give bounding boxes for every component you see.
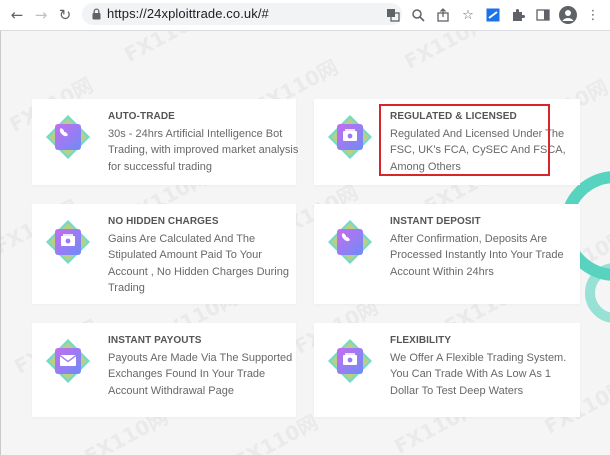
forward-icon[interactable]: → xyxy=(32,6,50,24)
feature-description: 30s - 24hrs Artificial Intelligence Bot … xyxy=(108,128,299,173)
back-icon[interactable]: ← xyxy=(8,6,26,24)
sidebar-icon[interactable] xyxy=(532,4,554,26)
reload-icon[interactable]: ↻ xyxy=(56,6,74,24)
feature-card-auto-trade: AUTO-TRADE 30s - 24hrs Artificial Intell… xyxy=(32,99,298,185)
feature-description: Payouts Are Made Via The Supported Excha… xyxy=(108,352,293,397)
feature-description: We Offer A Flexible Trading System. You … xyxy=(390,352,567,397)
envelope-icon xyxy=(46,339,90,383)
money-icon xyxy=(46,220,90,264)
feature-card-flexibility: FLEXIBILITY We Offer A Flexible Trading … xyxy=(314,323,580,417)
feature-card-no-hidden-charges: NO HIDDEN CHARGES Gains Are Calculated A… xyxy=(32,204,296,304)
feature-title: NO HIDDEN CHARGES xyxy=(108,216,219,227)
phone-icon xyxy=(46,115,90,159)
address-bar[interactable]: https://24xploittrade.co.uk/# xyxy=(82,3,402,25)
highlight-annotation-box xyxy=(379,104,550,176)
browser-toolbar: ← → ↻ https://24xploittrade.co.uk/# ☆ ⋮ xyxy=(0,0,610,31)
watermark-text: FX110网 xyxy=(120,31,212,67)
extensions-puzzle-icon[interactable] xyxy=(507,4,529,26)
feature-title: AUTO-TRADE xyxy=(108,111,175,122)
bookmark-star-icon[interactable]: ☆ xyxy=(457,4,479,26)
watermark-text: FX110网 xyxy=(400,31,492,74)
feature-description: Gains Are Calculated And The Stipulated … xyxy=(108,233,289,294)
feature-title: INSTANT DEPOSIT xyxy=(390,216,481,227)
feature-card-instant-deposit: INSTANT DEPOSIT After Confirmation, Depo… xyxy=(314,204,580,304)
feature-card-instant-payouts: INSTANT PAYOUTS Payouts Are Made Via The… xyxy=(32,323,296,417)
menu-kebab-icon[interactable]: ⋮ xyxy=(582,4,604,26)
extension-s-icon[interactable] xyxy=(482,4,504,26)
phone-icon xyxy=(328,220,372,264)
feature-description: After Confirmation, Deposits Are Process… xyxy=(390,233,564,278)
share-icon[interactable] xyxy=(432,4,454,26)
money-icon xyxy=(328,339,372,383)
lock-icon xyxy=(92,8,101,20)
url-text[interactable]: https://24xploittrade.co.uk/# xyxy=(107,6,269,21)
page-content: FX110网 FX110网 FX110网 FX110网 FX110网 FX110网 FX11… xyxy=(0,31,610,455)
feature-title: FLEXIBILITY xyxy=(390,335,452,346)
zoom-icon[interactable] xyxy=(407,4,429,26)
profile-avatar-icon[interactable] xyxy=(557,4,579,26)
feature-title: INSTANT PAYOUTS xyxy=(108,335,202,346)
translate-icon[interactable] xyxy=(382,4,404,26)
money-icon xyxy=(328,115,372,159)
